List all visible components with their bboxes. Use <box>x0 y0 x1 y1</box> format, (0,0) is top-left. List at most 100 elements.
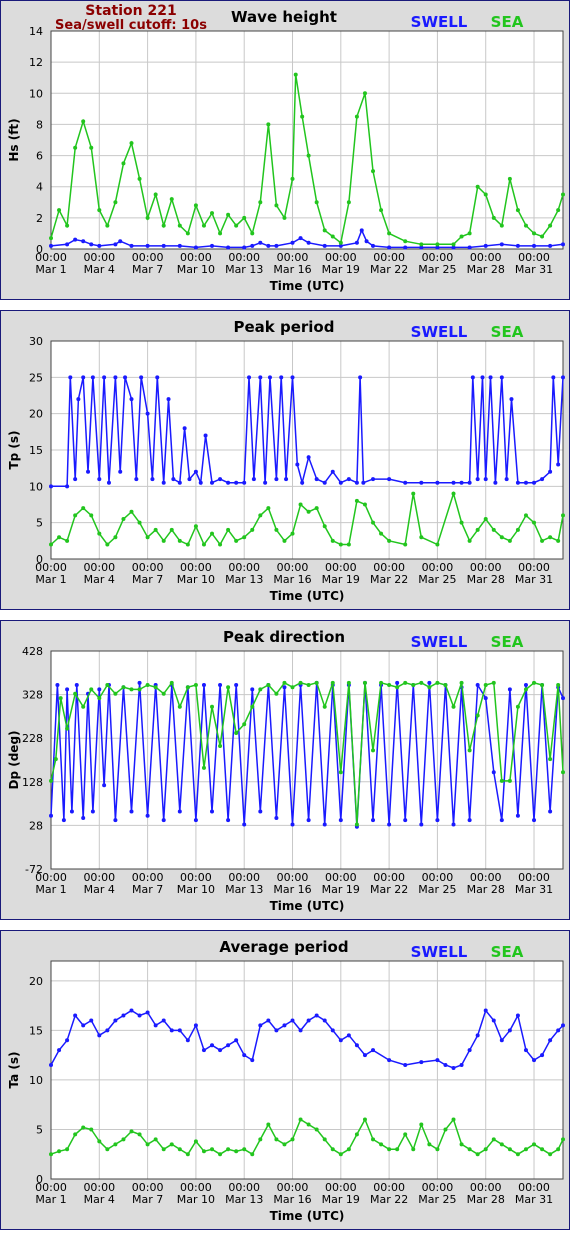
y-tick-label: 20 <box>29 975 43 988</box>
sea-data-point <box>419 242 424 247</box>
sea-data-point <box>97 531 102 536</box>
sea-data-point <box>161 538 166 543</box>
sea-data-point <box>250 527 255 532</box>
swell-data-point <box>134 477 139 482</box>
sea-data-point <box>330 538 335 543</box>
sea-data-point <box>515 1152 520 1157</box>
sea-data-point <box>129 141 134 146</box>
x-tick-date: Mar 4 <box>84 263 115 276</box>
swell-data-point <box>551 375 556 380</box>
sea-data-point <box>314 200 319 205</box>
chart-title: Wave height <box>231 8 337 26</box>
sea-data-point <box>403 680 408 685</box>
sea-data-point <box>491 1137 496 1142</box>
swell-data-point <box>187 477 192 482</box>
sea-data-point <box>49 778 53 783</box>
sea-data-point <box>379 531 384 536</box>
swell-data-point <box>177 1028 182 1033</box>
sea-data-point <box>65 538 70 543</box>
x-tick-date: Mar 19 <box>322 573 360 586</box>
swell-data-point <box>532 243 537 248</box>
sea-data-point <box>314 680 319 685</box>
swell-data-point <box>556 1028 561 1033</box>
sea-data-point <box>226 685 231 690</box>
sea-data-point <box>177 1147 182 1152</box>
sea-data-point <box>145 683 150 688</box>
sea-data-point <box>201 1149 206 1154</box>
swell-data-point <box>137 1013 142 1018</box>
sea-data-point <box>73 145 78 150</box>
sea-data-point <box>234 730 239 735</box>
swell-data-point <box>81 239 86 244</box>
sea-data-point <box>354 498 359 503</box>
sea-data-point <box>459 234 464 239</box>
x-tick-date: Mar 4 <box>84 1193 115 1206</box>
swell-data-point <box>515 243 520 248</box>
swell-data-point <box>561 696 565 701</box>
swell-data-point <box>74 683 79 688</box>
swell-data-point <box>387 822 392 827</box>
sea-data-point <box>242 215 247 220</box>
swell-data-point <box>177 809 182 814</box>
swell-data-point <box>118 469 123 474</box>
swell-data-point <box>419 822 424 827</box>
sea-data-point <box>379 1142 384 1147</box>
y-tick-label: 14 <box>29 25 43 38</box>
swell-data-point <box>556 462 561 467</box>
swell-data-point <box>532 480 537 485</box>
swell-data-point <box>338 480 343 485</box>
sea-data-point <box>532 520 537 525</box>
sea-data-point <box>242 1147 247 1152</box>
sea-data-point <box>443 1127 448 1132</box>
sea-data-point <box>234 223 239 228</box>
sea-data-point <box>507 176 512 181</box>
swell-data-point <box>459 1063 464 1068</box>
swell-data-point <box>145 243 150 248</box>
sea-data-point <box>145 1142 150 1147</box>
sea-data-point <box>427 1142 432 1147</box>
sea-data-point <box>371 1137 376 1142</box>
y-tick-label: 28 <box>29 819 43 832</box>
sea-data-point <box>73 513 78 518</box>
swell-data-point <box>97 1033 102 1038</box>
swell-data-point <box>234 480 239 485</box>
swell-data-point <box>523 480 528 485</box>
swell-data-point <box>338 818 343 823</box>
x-tick-date: Mar 28 <box>467 1193 505 1206</box>
sea-data-point <box>499 535 504 540</box>
x-tick-date: Mar 7 <box>132 883 163 896</box>
sea-data-point <box>379 680 384 685</box>
sea-data-point <box>185 542 190 547</box>
swell-data-point <box>354 240 359 245</box>
swell-data-point <box>314 477 319 482</box>
sea-data-point <box>523 1147 528 1152</box>
sea-data-point <box>548 223 553 228</box>
sea-data-point <box>523 513 528 518</box>
swell-data-point <box>282 1023 287 1028</box>
sea-data-point <box>306 1122 311 1127</box>
swell-data-point <box>499 1038 504 1043</box>
swell-data-point <box>451 822 456 827</box>
swell-data-point <box>193 469 198 474</box>
legend-swell: SWELL <box>411 323 468 341</box>
sea-data-point <box>338 1152 343 1157</box>
x-tick-date: Mar 7 <box>132 1193 163 1206</box>
swell-data-point <box>90 375 95 380</box>
swell-data-point <box>226 245 231 250</box>
swell-data-point <box>69 809 74 814</box>
swell-data-point <box>475 683 480 688</box>
sea-data-point <box>483 683 488 688</box>
swell-data-point <box>403 480 408 485</box>
swell-data-point <box>97 477 102 482</box>
sea-data-point <box>435 1147 440 1152</box>
y-tick-label: 10 <box>29 87 43 100</box>
y-tick-label: 10 <box>29 1074 43 1087</box>
sea-data-point <box>161 1147 166 1152</box>
sea-data-point <box>322 228 327 233</box>
sea-data-point <box>218 542 223 547</box>
swell-data-point <box>242 822 247 827</box>
swell-data-point <box>290 822 295 827</box>
sea-data-point <box>97 1139 102 1144</box>
swell-data-point <box>193 1023 198 1028</box>
y-axis-label: Tp (s) <box>7 430 21 469</box>
